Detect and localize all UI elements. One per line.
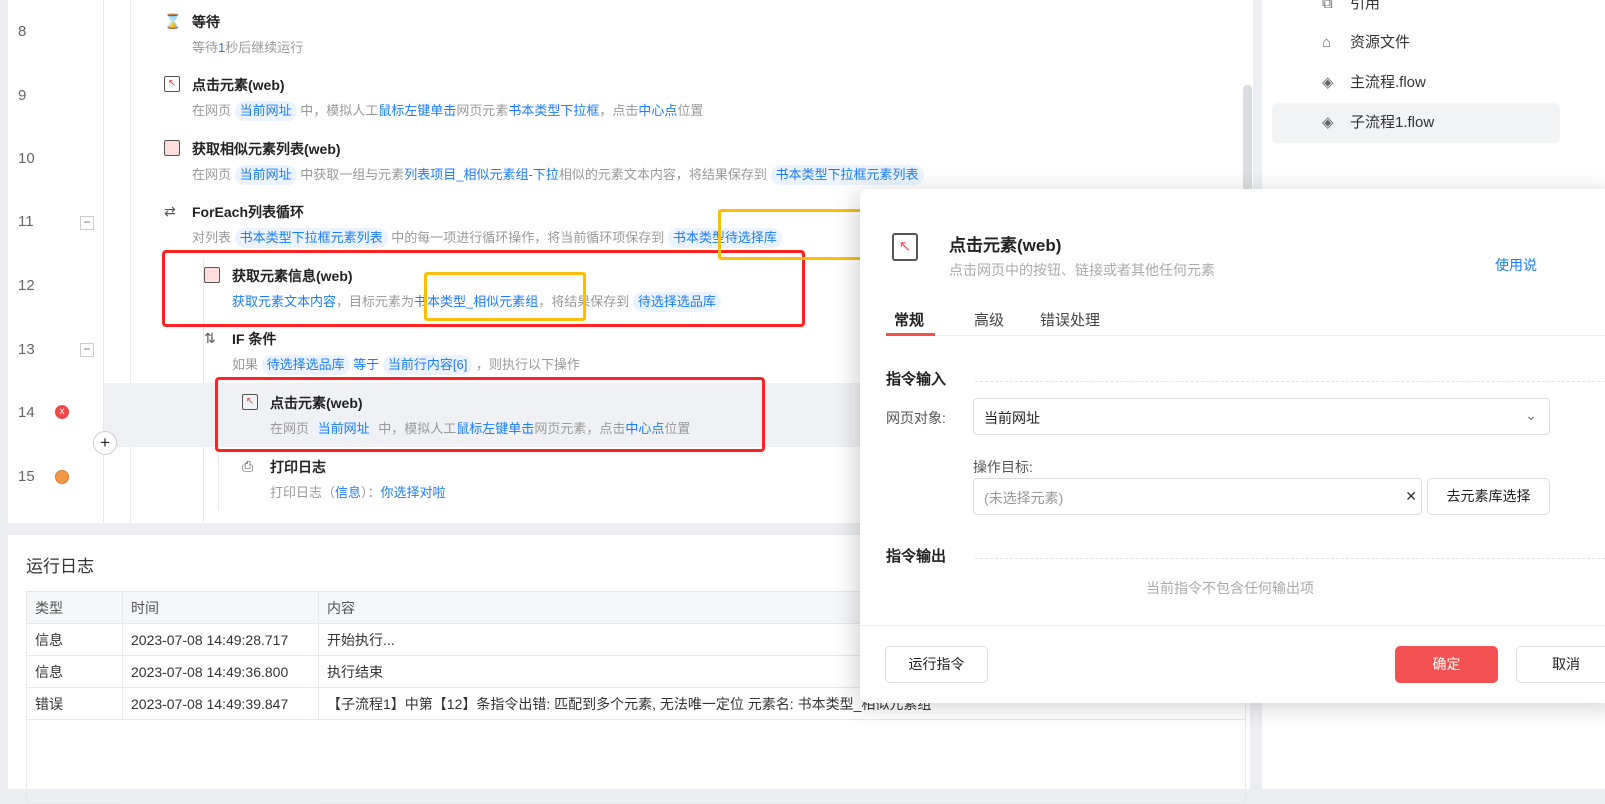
no-output-text: 当前指令不包含任何输出项 xyxy=(1146,580,1314,596)
layers-icon: ◈ xyxy=(1322,114,1334,131)
active-tab-indicator xyxy=(886,333,935,336)
step-click-element[interactable]: ↖ 点击元素(web) 在网页 当前网址 中，模拟人工鼠标左键单击网页元素书本类… xyxy=(164,74,703,123)
tab-error-handling[interactable]: 错误处理 xyxy=(1040,309,1100,330)
run-step-button[interactable]: 运行指令 xyxy=(885,646,988,683)
reference-icon: ⧉ xyxy=(1322,0,1333,12)
hourglass-icon: ⌛ xyxy=(164,13,182,29)
step-config-dialog: ↖ 点击元素(web) 点击网页中的按钮、链接或者其他任何元素 使用说 常规 高… xyxy=(860,189,1605,703)
step-get-similar-elements[interactable]: 获取相似元素列表(web) 在网页 当前网址 中获取一组与元素列表项目_相似元素… xyxy=(164,138,924,187)
loop-icon: ⇄ xyxy=(164,203,176,219)
tab-general[interactable]: 常规 xyxy=(894,309,924,330)
if-branch-icon: ⇅ xyxy=(204,330,216,346)
clear-icon[interactable]: ✕ xyxy=(1405,488,1417,505)
line-number: 11 xyxy=(18,213,34,230)
line-number: 15 xyxy=(18,468,35,485)
page-object-label: 网页对象: xyxy=(886,410,946,426)
collapse-toggle[interactable]: − xyxy=(80,216,94,230)
line-number: 10 xyxy=(18,150,35,167)
similar-elements-icon xyxy=(164,140,180,156)
tab-advanced[interactable]: 高级 xyxy=(974,309,1004,330)
puzzle-icon: ⌂ xyxy=(1322,34,1332,51)
project-item[interactable]: ◈ 主流程.flow xyxy=(1272,63,1560,103)
pick-element-button[interactable]: 去元素库选择 xyxy=(1427,478,1550,515)
project-item[interactable]: ⧉ 引用 xyxy=(1272,0,1560,24)
step-if-condition[interactable]: ⇅ IF 条件 如果 待选择选品库 等于 当前行内容[6] ，则执行以下操作 xyxy=(204,328,580,377)
line-number: 9 xyxy=(18,87,27,104)
dialog-title: 点击元素(web) xyxy=(949,236,1062,255)
error-breakpoint-icon[interactable]: x xyxy=(55,405,69,419)
layers-icon: ◈ xyxy=(1322,74,1334,91)
target-input[interactable]: (未选择元素) ✕ xyxy=(973,478,1422,515)
confirm-button[interactable]: 确定 xyxy=(1395,646,1498,683)
target-label: 操作目标: xyxy=(973,459,1033,475)
log-title: 运行日志 xyxy=(26,557,94,576)
breakpoint-icon[interactable] xyxy=(55,470,69,484)
collapse-toggle[interactable]: − xyxy=(80,343,94,357)
step-foreach[interactable]: ⇄ ForEach列表循环 对列表 书本类型下拉框元素列表 中的每一项进行循环操… xyxy=(164,201,782,250)
section-input: 指令输入 xyxy=(886,371,947,388)
click-element-icon: ↖ xyxy=(892,233,918,261)
line-number: 12 xyxy=(18,277,35,294)
step-print-log[interactable]: ⎙ 打印日志 打印日志（信息）：你选择对啦 xyxy=(242,456,446,505)
line-number: 8 xyxy=(18,23,27,40)
annotation-yellow-box xyxy=(424,272,586,321)
line-number: 13 xyxy=(18,341,35,358)
chevron-down-icon: ⌄ xyxy=(1525,407,1537,423)
annotation-red-box xyxy=(215,377,765,452)
add-step-button[interactable]: + xyxy=(93,431,117,455)
help-link[interactable]: 使用说 xyxy=(1495,255,1537,275)
section-output: 指令输出 xyxy=(886,548,947,565)
click-element-icon: ↖ xyxy=(164,76,180,92)
line-number: 14 xyxy=(18,404,35,421)
page-object-select[interactable]: 当前网址 ⌄ xyxy=(973,398,1550,435)
cancel-button[interactable]: 取消 xyxy=(1516,646,1605,683)
step-wait[interactable]: ⌛ 等待 等待1秒后继续运行 xyxy=(164,11,303,60)
project-item-active[interactable]: ◈ 子流程1.flow xyxy=(1272,103,1560,143)
printer-icon: ⎙ xyxy=(242,458,254,474)
dialog-subtitle: 点击网页中的按钮、链接或者其他任何元素 xyxy=(949,262,1215,278)
project-item[interactable]: ⌂ 资源文件 xyxy=(1272,23,1560,63)
annotation-yellow-box xyxy=(718,209,866,260)
